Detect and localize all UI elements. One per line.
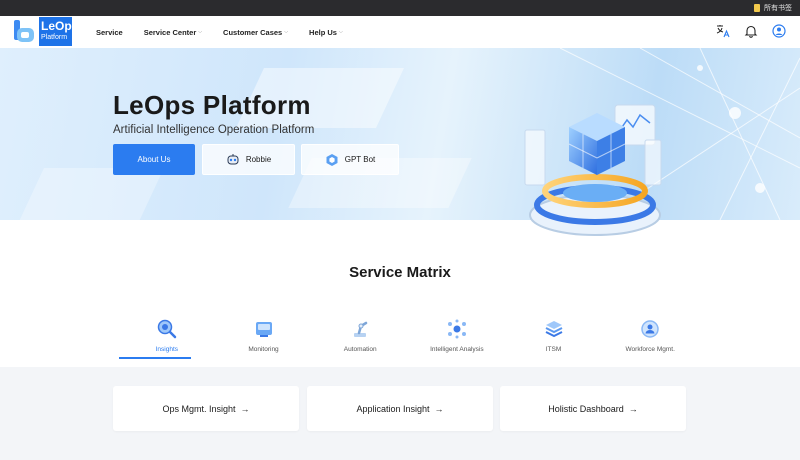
tab-label: Intelligent Analysis	[430, 346, 484, 353]
bell-icon[interactable]	[744, 24, 758, 38]
card-holistic-dashboard[interactable]: Holistic Dashboard →	[500, 386, 686, 431]
brand-logo-text[interactable]: LeOps Platform	[39, 17, 78, 46]
nav-item-label: Help Us	[309, 27, 337, 37]
service-matrix-tabs: Insights Monitoring Automation Intellige…	[118, 316, 698, 360]
all-bookmarks[interactable]: 所有书签	[754, 2, 792, 14]
tab-label: Insights	[155, 346, 179, 353]
logo-icon[interactable]	[14, 20, 36, 44]
nav-item-customer-cases[interactable]: Customer Cases ⌵	[223, 28, 288, 37]
arrow-right-icon: →	[628, 403, 638, 414]
service-cards-section: Ops Mgmt. Insight → Application Insight …	[0, 367, 800, 460]
nav-item-help-us[interactable]: Help Us ⌵	[309, 28, 343, 37]
bookmark-bar: 所有书签	[0, 0, 800, 16]
top-navbar: LeOps Platform Service Service Center ⌵ …	[0, 16, 800, 48]
tab-insights[interactable]: Insights	[118, 316, 216, 360]
gpt-bot-icon	[326, 153, 338, 166]
nav-item-label: Customer Cases	[223, 27, 283, 37]
card-label: Application Insight	[356, 403, 430, 414]
chevron-down-icon: ⌵	[198, 29, 203, 35]
all-bookmarks-label: 所有书签	[764, 5, 792, 12]
automation-icon	[354, 321, 368, 337]
user-icon[interactable]	[772, 24, 786, 38]
robbie-button-label: Robbie	[245, 155, 272, 164]
nav-item-service[interactable]: Service	[96, 28, 123, 37]
card-application-insight[interactable]: Application Insight →	[307, 386, 493, 431]
navbar-actions	[716, 24, 786, 38]
tab-label: Automation	[343, 346, 377, 353]
analysis-icon	[447, 319, 466, 339]
translate-icon[interactable]	[716, 24, 730, 38]
tab-label: Monitoring	[248, 346, 279, 353]
nav-item-service-center[interactable]: Service Center ⌵	[144, 28, 202, 37]
robot-icon	[227, 153, 239, 164]
chevron-down-icon: ⌵	[338, 29, 343, 35]
gpt-bot-button[interactable]: GPT Bot	[301, 144, 399, 175]
monitoring-icon	[255, 322, 272, 337]
hero-illustration	[524, 104, 662, 236]
arrow-right-icon: →	[240, 403, 250, 414]
card-label: Ops Mgmt. Insight	[162, 403, 236, 414]
robbie-button[interactable]: Robbie	[202, 144, 295, 175]
brand-subname: Platform	[41, 34, 68, 41]
about-us-button[interactable]: About Us	[113, 144, 195, 175]
chevron-down-icon: ⌵	[284, 29, 289, 35]
active-tab-indicator	[119, 357, 191, 359]
service-matrix-title: Service Matrix	[349, 264, 451, 281]
itsm-icon	[545, 321, 562, 338]
tab-workforce-mgmt[interactable]: Workforce Mgmt.	[601, 316, 699, 360]
tab-intelligent-analysis[interactable]: Intelligent Analysis	[408, 316, 506, 360]
main-menu: Service Service Center ⌵ Customer Cases …	[96, 16, 364, 48]
tab-label: Workforce Mgmt.	[625, 346, 675, 353]
nav-item-label: Service	[96, 27, 123, 37]
nav-item-label: Service Center	[143, 27, 197, 37]
arrow-right-icon: →	[434, 403, 444, 414]
brand-name: LeOps	[41, 19, 79, 33]
bookmark-folder-icon	[754, 4, 760, 12]
card-ops-mgmt-insight[interactable]: Ops Mgmt. Insight →	[113, 386, 299, 431]
insights-icon	[157, 319, 177, 339]
tab-itsm[interactable]: ITSM	[505, 316, 603, 360]
hero-title: LeOps Platform	[113, 90, 311, 120]
hero-subtitle: Artificial Intelligence Operation Platfo…	[113, 124, 315, 136]
workforce-icon	[641, 320, 659, 338]
tab-label: ITSM	[545, 346, 562, 353]
tab-monitoring[interactable]: Monitoring	[215, 316, 313, 360]
tab-automation[interactable]: Automation	[311, 316, 409, 360]
card-label: Holistic Dashboard	[548, 403, 624, 414]
gpt-bot-button-label: GPT Bot	[344, 155, 376, 164]
